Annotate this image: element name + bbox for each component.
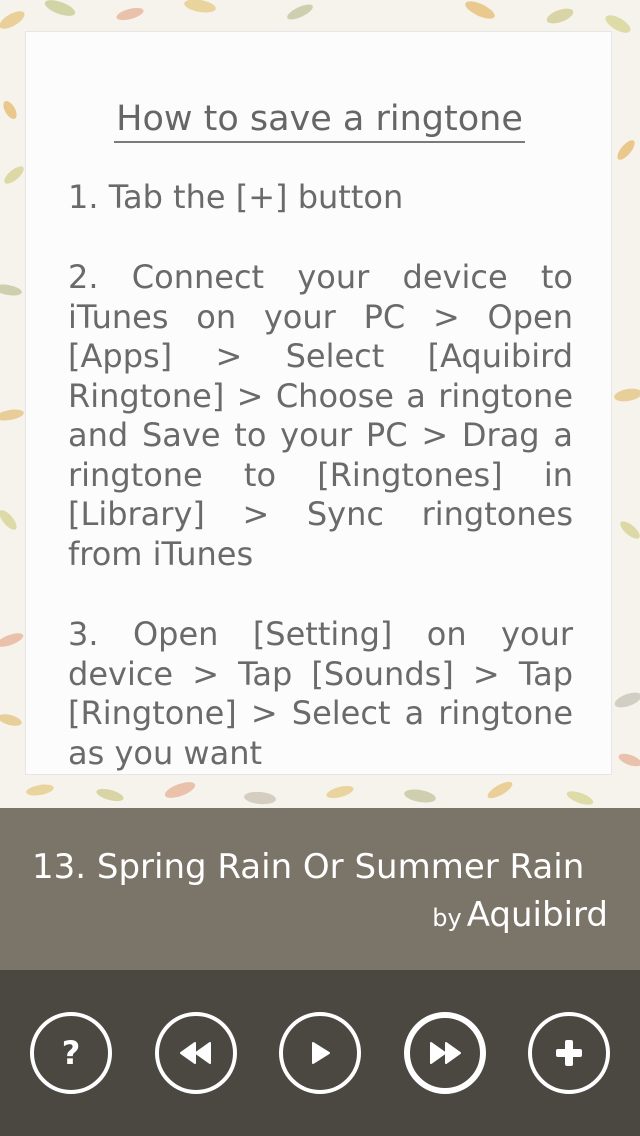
track-artist: by Aquibird: [432, 893, 608, 943]
track-title: 13. Spring Rain Or Summer Rain: [32, 847, 585, 887]
by-label: by: [432, 904, 462, 932]
plus-icon: [556, 1040, 582, 1066]
now-playing-bar: [0, 808, 640, 970]
fast-forward-button[interactable]: [404, 1012, 486, 1094]
rewind-icon: [180, 1042, 211, 1064]
add-ringtone-button[interactable]: [528, 1012, 610, 1094]
play-icon: [312, 1042, 330, 1064]
help-icon: ?: [62, 1034, 81, 1072]
play-button[interactable]: [279, 1012, 361, 1094]
help-step-2: 2. Connect your device to iTunes on your…: [68, 258, 573, 573]
artist-name: Aquibird: [466, 895, 608, 935]
fast-forward-icon: [430, 1042, 461, 1064]
svg-text:?: ?: [62, 1034, 81, 1072]
rewind-button[interactable]: [155, 1012, 237, 1094]
help-title: How to save a ringtone: [26, 96, 613, 143]
help-card: How to save a ringtone 1. Tab the [+] bu…: [25, 31, 612, 775]
help-step-1: 1. Tab the [+] button: [68, 178, 404, 216]
help-button[interactable]: ?: [30, 1012, 112, 1094]
help-step-3: 3. Open [Setting] on your device > Tap […: [68, 615, 573, 772]
